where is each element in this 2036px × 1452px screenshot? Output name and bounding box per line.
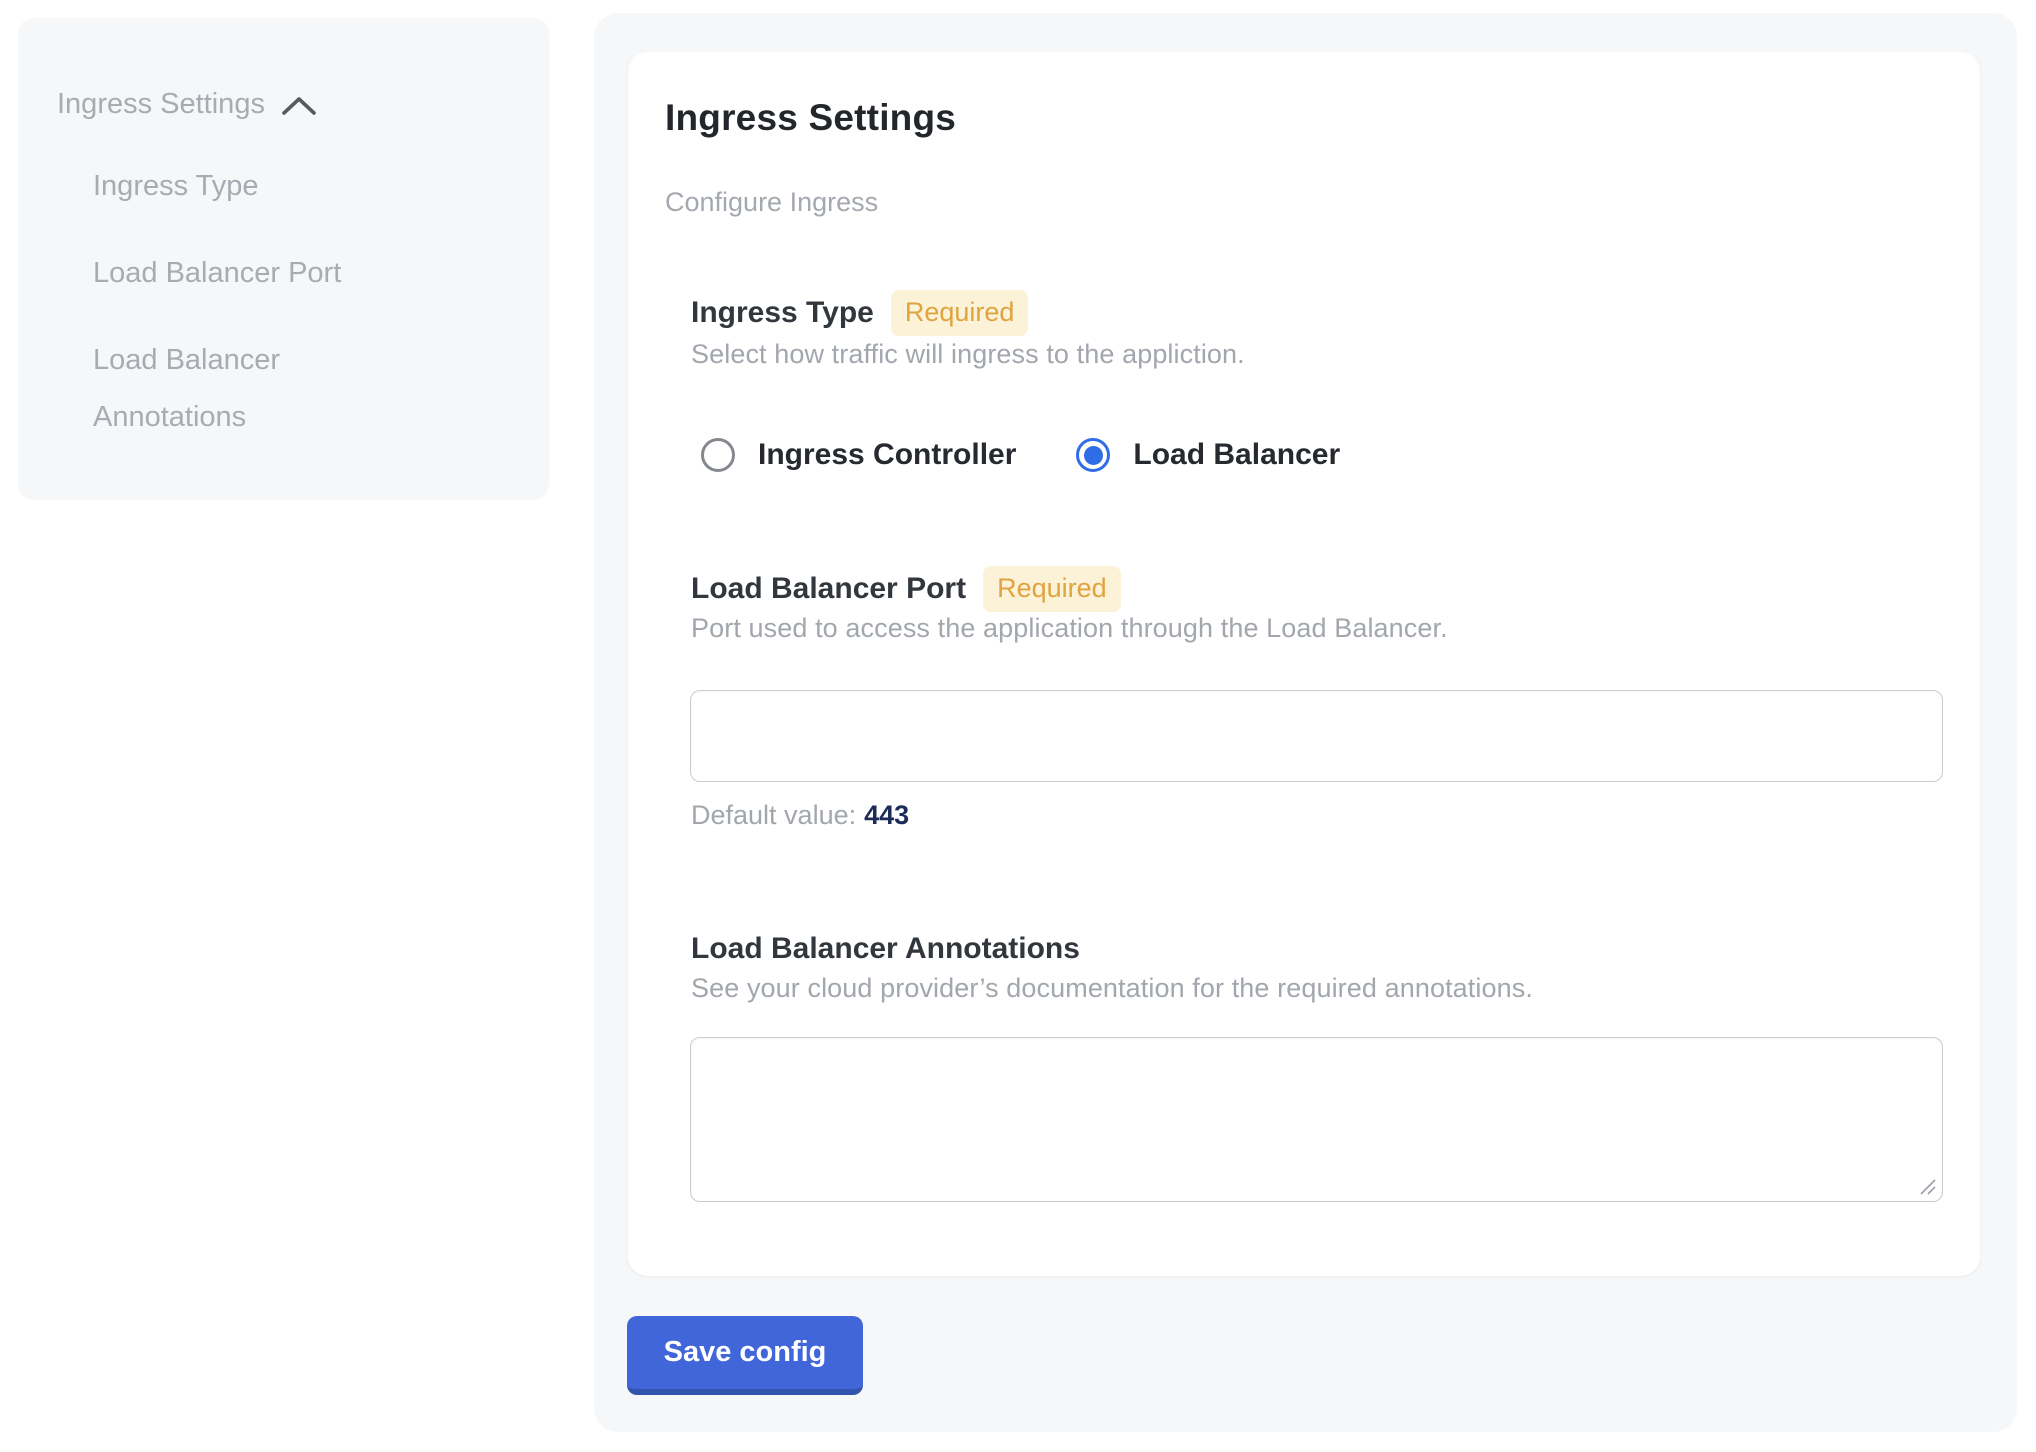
ingress-type-radio-group: Ingress Controller Load Balancer — [701, 438, 1340, 472]
lb-annotations-textarea[interactable] — [691, 1038, 1942, 1201]
sidebar-group-label: Ingress Settings — [57, 88, 265, 121]
resize-handle[interactable] — [1917, 1176, 1937, 1196]
radio-label-ingress-controller: Ingress Controller — [758, 438, 1016, 472]
radio-ingress-controller[interactable] — [701, 438, 735, 472]
radio-option-load-balancer[interactable]: Load Balancer — [1076, 438, 1340, 472]
lb-port-description: Port used to access the application thro… — [691, 613, 1448, 644]
lb-annotations-textarea-wrap — [690, 1037, 1943, 1202]
sidebar-item-ingress-type[interactable]: Ingress Type — [93, 158, 393, 215]
settings-sidebar: Ingress Settings Ingress Type Load Balan… — [18, 18, 549, 500]
save-config-button[interactable]: Save config — [627, 1316, 863, 1395]
lb-port-label: Load Balancer Port — [691, 572, 966, 606]
lb-annotations-label: Load Balancer Annotations — [691, 932, 1080, 966]
ingress-type-heading-row: Ingress Type Required — [691, 289, 1028, 337]
lb-annotations-description: See your cloud provider’s documentation … — [691, 973, 1533, 1004]
ingress-type-label: Ingress Type — [691, 296, 874, 330]
ingress-type-description: Select how traffic will ingress to the a… — [691, 339, 1245, 370]
page: Ingress Settings Ingress Type Load Balan… — [0, 0, 2036, 1452]
required-badge: Required — [983, 566, 1121, 612]
lb-port-input[interactable] — [690, 690, 1943, 782]
default-value-number: 443 — [864, 800, 909, 830]
radio-option-ingress-controller[interactable]: Ingress Controller — [701, 438, 1016, 472]
sidebar-items: Ingress Type Load Balancer Port Load Bal… — [93, 158, 393, 476]
lb-port-default-value: Default value: 443 — [691, 800, 909, 831]
ingress-settings-card: Ingress Settings Configure Ingress Ingre… — [628, 52, 1980, 1276]
sidebar-group-ingress-settings[interactable]: Ingress Settings — [57, 88, 317, 121]
radio-load-balancer[interactable] — [1076, 438, 1110, 472]
page-subtitle: Configure Ingress — [665, 187, 878, 218]
radio-label-load-balancer: Load Balancer — [1133, 438, 1340, 472]
chevron-up-icon[interactable] — [281, 95, 317, 117]
required-badge: Required — [891, 290, 1029, 336]
sidebar-item-load-balancer-port[interactable]: Load Balancer Port — [93, 245, 393, 302]
lb-port-heading-row: Load Balancer Port Required — [691, 565, 1121, 613]
sidebar-item-load-balancer-annotations[interactable]: Load Balancer Annotations — [93, 332, 348, 446]
main-panel: Ingress Settings Configure Ingress Ingre… — [594, 13, 2017, 1432]
default-value-label: Default value: — [691, 800, 856, 830]
page-title: Ingress Settings — [665, 97, 956, 139]
lb-annotations-heading-row: Load Balancer Annotations — [691, 925, 1080, 973]
